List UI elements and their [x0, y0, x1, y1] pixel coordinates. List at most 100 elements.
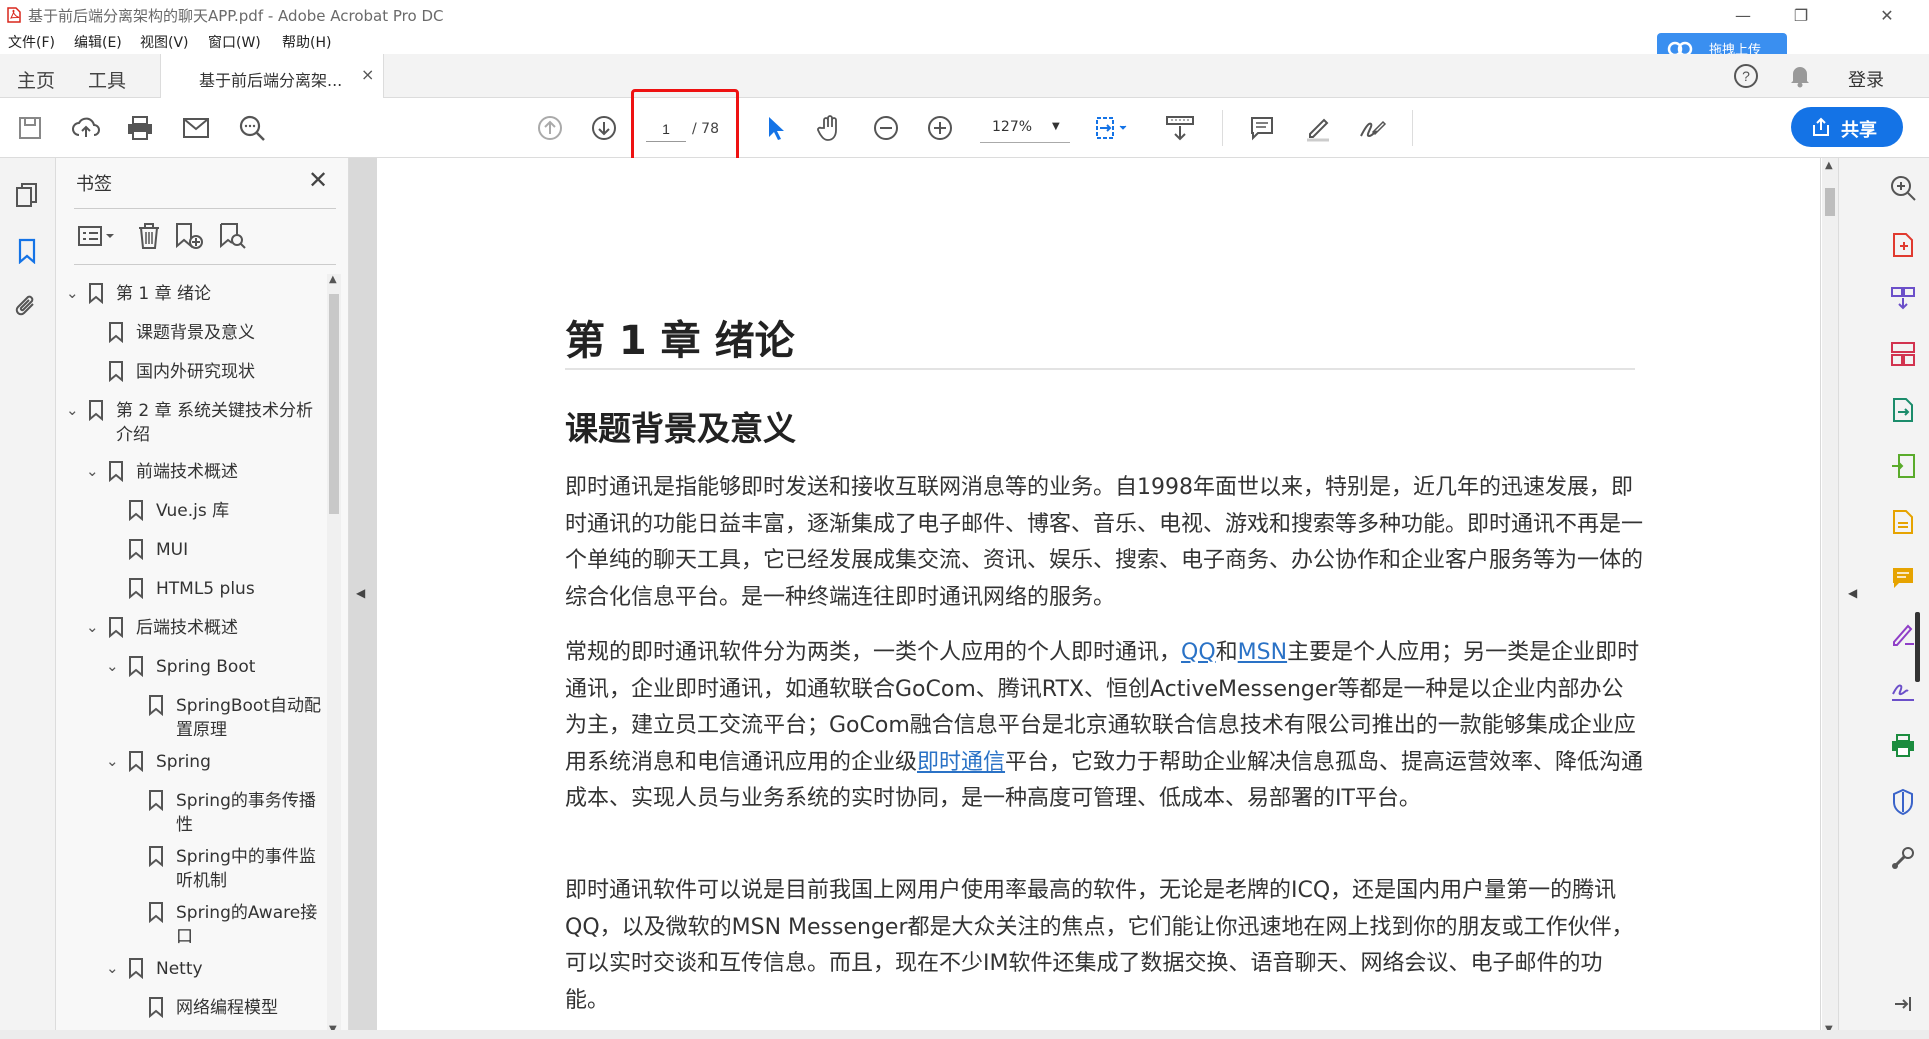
scroll-up-icon[interactable]: ▲: [1825, 160, 1833, 171]
bookmark-item[interactable]: 网络编程模型: [56, 996, 316, 1022]
restore-button[interactable]: ❐: [1772, 0, 1830, 30]
find-bookmark-icon[interactable]: [216, 220, 250, 252]
chevron-down-icon[interactable]: ⌄: [86, 462, 99, 480]
email-icon[interactable]: [178, 110, 214, 146]
hand-tool-icon[interactable]: [812, 110, 848, 146]
print-production-icon[interactable]: [1885, 728, 1921, 764]
bookmark-item[interactable]: ⌄ Netty: [56, 957, 316, 983]
tab-document[interactable]: 基于前后端分离架... ×: [160, 54, 384, 98]
sign-icon[interactable]: [1354, 110, 1390, 146]
tab-tools[interactable]: 工具: [88, 66, 126, 93]
scrollbar-thumb[interactable]: [1825, 188, 1835, 216]
protect-shield-icon[interactable]: [1885, 784, 1921, 820]
close-icon[interactable]: ✕: [308, 166, 328, 194]
scrollbar-thumb[interactable]: [329, 294, 339, 514]
highlight-pen-icon[interactable]: [1300, 110, 1336, 146]
combine-files-icon[interactable]: [1885, 280, 1921, 316]
bookmark-item[interactable]: ⌄ Spring: [56, 750, 316, 776]
bookmark-item[interactable]: Spring的事务传播性: [56, 789, 326, 839]
link-qq[interactable]: QQ: [1181, 640, 1216, 665]
bookmark-item[interactable]: MUI: [56, 538, 316, 564]
scroll-up-icon[interactable]: ▲: [329, 274, 337, 285]
print-icon[interactable]: [122, 110, 158, 146]
heading-rule: [565, 368, 1635, 370]
share-button[interactable]: 共享: [1791, 107, 1903, 147]
bookmark-icon: [128, 499, 144, 522]
search-icon[interactable]: [234, 110, 270, 146]
page-thumbnails-icon[interactable]: [12, 180, 42, 210]
minimize-button[interactable]: —: [1714, 0, 1772, 30]
chevron-down-icon[interactable]: ⌄: [106, 752, 119, 770]
attachment-icon[interactable]: [12, 292, 42, 322]
bookmark-icon: [148, 901, 164, 924]
bookmark-item[interactable]: 国内外研究现状: [56, 360, 316, 386]
pane-resize-handle[interactable]: [1915, 612, 1920, 682]
bookmark-panel-icon[interactable]: [12, 236, 42, 266]
chevron-down-icon[interactable]: ⌄: [86, 618, 99, 636]
bookmark-label: 国内外研究现状: [136, 362, 255, 382]
tab-home[interactable]: 主页: [17, 66, 55, 93]
fill-sign-icon[interactable]: [1885, 504, 1921, 540]
next-page-icon[interactable]: [586, 110, 622, 146]
chevron-down-icon[interactable]: ⌄: [106, 959, 119, 977]
bookmark-icon: [148, 694, 164, 717]
bookmark-icon: [108, 460, 124, 483]
zoom-in-icon[interactable]: [922, 110, 958, 146]
link-msn[interactable]: MSN: [1238, 640, 1287, 665]
zoom-dropdown[interactable]: 127% ▼: [980, 113, 1070, 143]
document-scrollbar[interactable]: ▲ ▼: [1822, 158, 1838, 1039]
tab-close-icon[interactable]: ×: [361, 65, 374, 84]
bookmark-item[interactable]: HTML5 plus: [56, 577, 316, 603]
menu-help[interactable]: 帮助(H): [282, 32, 331, 52]
menu-file[interactable]: 文件(F): [8, 32, 55, 52]
edit-pdf-icon[interactable]: [1885, 448, 1921, 484]
previous-page-icon[interactable]: [532, 110, 568, 146]
bookmark-icon: [88, 282, 104, 305]
comment-icon[interactable]: [1244, 110, 1280, 146]
login-button[interactable]: 登录: [1848, 66, 1884, 92]
fit-page-icon[interactable]: [1094, 110, 1130, 146]
save-icon[interactable]: [12, 110, 48, 146]
link-im[interactable]: 即时通信: [917, 750, 1005, 775]
bookmark-item[interactable]: SpringBoot自动配置原理: [56, 694, 326, 744]
menu-window[interactable]: 窗口(W): [208, 32, 261, 52]
menu-bar: 文件(F) 编辑(E) 视图(V) 窗口(W) 帮助(H): [0, 30, 1929, 54]
collapse-left-panel-icon[interactable]: ◀: [356, 586, 365, 600]
collapse-right-icon[interactable]: ◀: [1848, 586, 1857, 600]
delete-icon[interactable]: [134, 220, 164, 252]
bookmark-icon: [108, 360, 124, 383]
bookmark-item[interactable]: 课题背景及意义: [56, 321, 316, 347]
bookmark-options-icon[interactable]: [76, 220, 118, 252]
more-tools-icon[interactable]: [1885, 840, 1921, 876]
acrobat-pdf-icon: [6, 6, 22, 24]
organize-pages-icon[interactable]: [1885, 336, 1921, 372]
close-window-button[interactable]: ✕: [1858, 0, 1916, 30]
bookmark-item[interactable]: ⌄ 第 2 章 系统关键技术分析介绍: [56, 399, 326, 449]
create-pdf-icon[interactable]: [1885, 226, 1921, 262]
collapse-pane-icon[interactable]: [1885, 986, 1921, 1022]
menu-view[interactable]: 视图(V): [140, 32, 189, 52]
toolbar-separator: [1412, 110, 1413, 146]
bookmarks-scrollbar[interactable]: ▲ ▼: [327, 274, 341, 1039]
chevron-down-icon[interactable]: ⌄: [66, 401, 79, 419]
menu-edit[interactable]: 编辑(E): [74, 32, 122, 52]
bookmark-item[interactable]: ⌄ Spring Boot: [56, 655, 316, 681]
zoom-out-icon[interactable]: [868, 110, 904, 146]
export-pdf-icon[interactable]: [1885, 392, 1921, 428]
help-icon[interactable]: ?: [1732, 62, 1760, 90]
bookmark-item[interactable]: ⌄ 后端技术概述: [56, 616, 316, 642]
scroll-mode-icon[interactable]: [1162, 110, 1198, 146]
bookmark-item[interactable]: ⌄ 第 1 章 绪论: [56, 282, 316, 308]
bookmark-item[interactable]: Spring的Aware接口: [56, 901, 326, 951]
chevron-down-icon[interactable]: ⌄: [106, 657, 119, 675]
comment-tool-icon[interactable]: [1885, 560, 1921, 596]
zoom-search-icon[interactable]: [1885, 170, 1921, 206]
cloud-upload-icon[interactable]: [68, 110, 104, 146]
bell-icon[interactable]: [1786, 62, 1814, 90]
chevron-down-icon[interactable]: ⌄: [66, 284, 79, 302]
select-cursor-icon[interactable]: [758, 110, 794, 146]
new-bookmark-icon[interactable]: [172, 220, 206, 252]
bookmark-item[interactable]: Vue.js 库: [56, 499, 316, 525]
bookmark-item[interactable]: ⌄ 前端技术概述: [56, 460, 316, 486]
bookmark-item[interactable]: Spring中的事件监听机制: [56, 845, 326, 895]
